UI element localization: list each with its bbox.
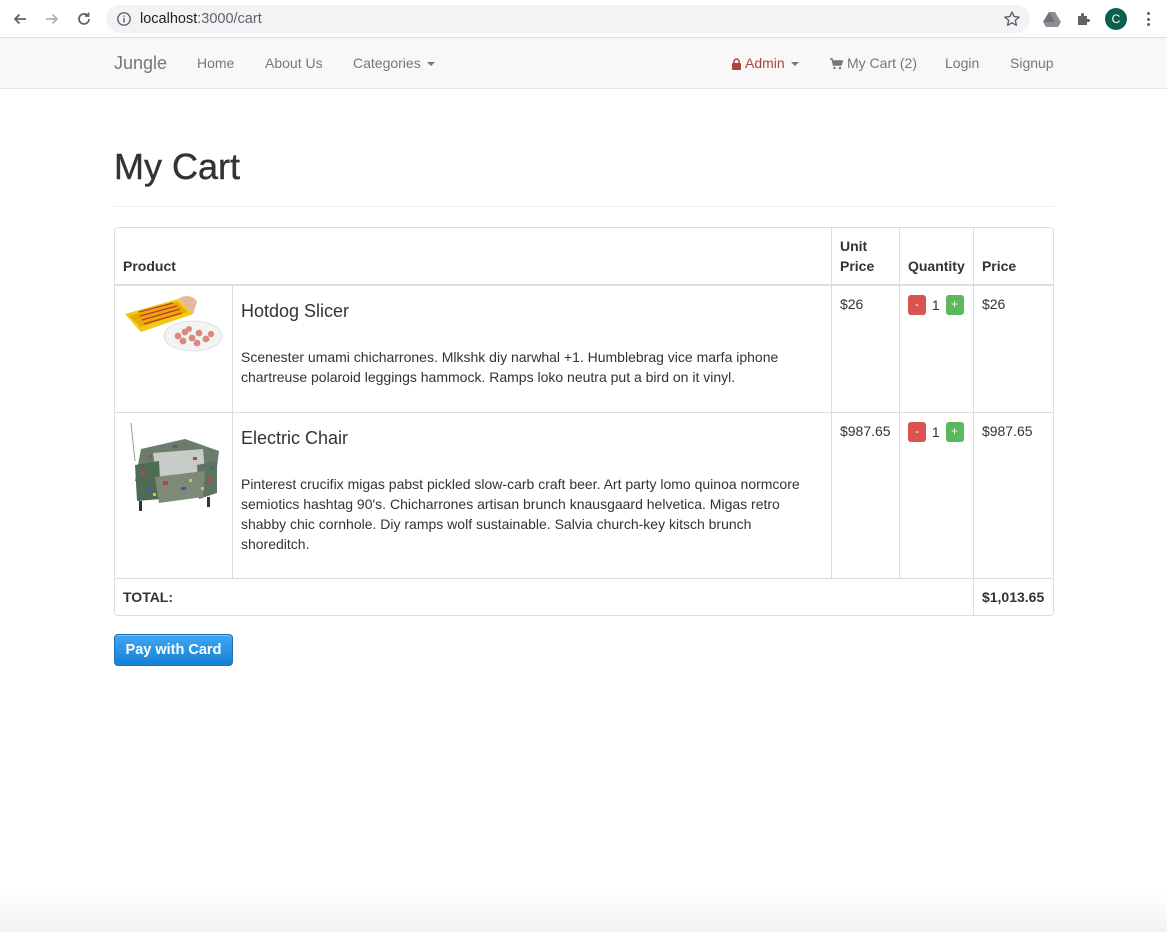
page-title: My Cart [114,146,240,187]
site-navbar: Jungle Home About Us Categories Admin My… [0,38,1167,89]
page-header: My Cart [114,146,1054,207]
nav-home-link[interactable]: Home [197,55,234,71]
product-description: Pinterest crucifix migas pabst pickled s… [240,476,800,552]
header-product: Product [115,228,831,286]
browser-menu-icon[interactable] [1140,9,1156,29]
product-info-cell: Electric Chair Pinterest crucifix migas … [231,412,831,578]
nav-categories-dropdown[interactable]: Categories [353,55,435,71]
total-label: TOTAL: [115,578,973,615]
table-row: Electric Chair Pinterest crucifix migas … [115,412,1053,578]
url-path: :3000/cart [197,11,262,27]
total-value: $1,013.65 [972,578,1053,615]
browser-toolbar: localhost:3000/cart C [0,0,1167,38]
shopping-cart-icon [830,57,844,73]
nav-signup-link[interactable]: Signup [1010,55,1054,71]
quantity-value: 1 [931,424,940,441]
caret-down-icon [426,62,435,67]
bookmark-star-icon[interactable] [1003,10,1021,28]
lock-icon [732,57,741,73]
back-icon[interactable] [8,7,32,31]
cart-table: Product Unit Price Quantity Price Hotdog… [114,227,1054,616]
url-host: localhost [140,11,198,27]
caret-down-icon [790,62,799,67]
increase-quantity-button[interactable]: + [945,422,964,443]
drive-extension-icon[interactable] [1042,9,1062,29]
table-row: Hotdog Slicer Scenester umami chicharron… [115,286,1053,412]
profile-avatar[interactable]: C [1105,8,1127,30]
reload-icon[interactable] [72,7,96,31]
quantity-cell: - 1 + [898,412,973,578]
total-row: TOTAL: $1,013.65 [115,578,1053,615]
page-bottom-fade [0,892,1167,932]
table-header-row: Product Unit Price Quantity Price [115,228,1053,286]
electric-chair-image[interactable] [123,421,223,521]
hotdog-slicer-image[interactable] [123,294,223,394]
extensions-puzzle-icon[interactable] [1074,9,1094,29]
increase-quantity-button[interactable]: + [945,295,964,316]
site-info-icon[interactable] [116,11,132,27]
nav-about-link[interactable]: About Us [265,55,323,71]
product-name[interactable]: Hotdog Slicer [241,301,823,321]
product-info-cell: Hotdog Slicer Scenester umami chicharron… [231,286,831,412]
brand-link[interactable]: Jungle [114,53,167,74]
address-bar[interactable]: localhost:3000/cart [106,5,1030,33]
line-price-cell: $26 [972,286,1053,412]
admin-label: Admin [745,55,785,71]
decrease-quantity-button[interactable]: - [907,422,926,443]
header-quantity: Quantity [898,228,973,286]
product-name[interactable]: Electric Chair [241,428,823,448]
product-image-cell [115,286,232,412]
decrease-quantity-button[interactable]: - [907,295,926,316]
unit-price-cell: $26 [830,286,899,412]
header-unit-price: Unit Price [830,228,899,286]
nav-admin-dropdown[interactable]: Admin [732,55,799,73]
line-price-cell: $987.65 [972,412,1053,578]
quantity-value: 1 [931,297,940,314]
cart-label: My Cart (2) [847,55,917,71]
categories-label: Categories [353,55,421,71]
pay-with-card-button[interactable]: Pay with Card [114,634,233,666]
nav-login-link[interactable]: Login [945,55,979,71]
url-text: localhost:3000/cart [140,11,262,27]
forward-icon[interactable] [40,7,64,31]
quantity-cell: - 1 + [898,286,973,412]
product-image-cell [115,412,232,578]
unit-price-cell: $987.65 [830,412,899,578]
nav-cart-link[interactable]: My Cart (2) [830,55,917,73]
product-description: Scenester umami chicharrones. Mlkshk diy… [240,349,779,385]
header-price: Price [972,228,1053,286]
